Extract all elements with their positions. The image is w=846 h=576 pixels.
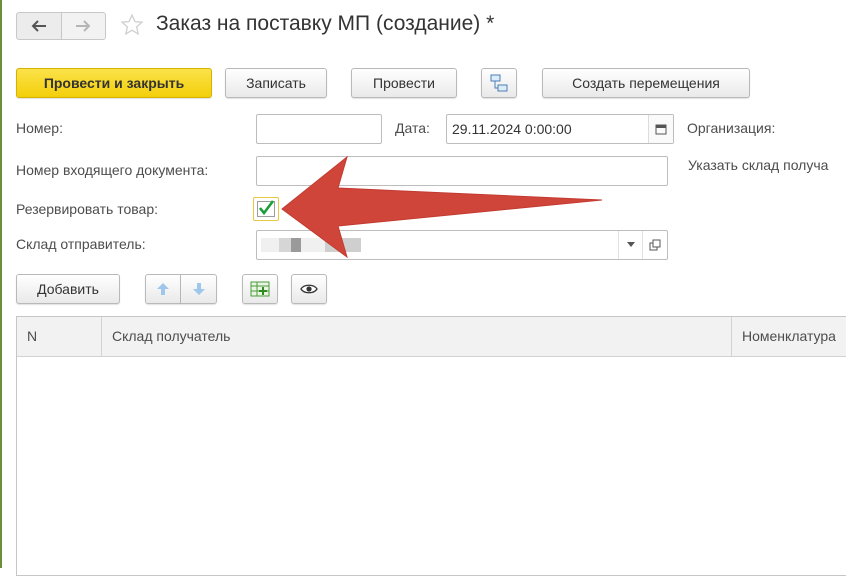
table-header: N Склад получатель Номенклатура	[17, 317, 846, 357]
add-row-button[interactable]: Добавить	[16, 274, 120, 304]
incoming-number-field[interactable]	[256, 156, 668, 186]
document-structure-icon	[490, 74, 508, 92]
date-value: 29.11.2024 0:00:00	[452, 121, 572, 137]
goods-table: N Склад получатель Номенклатура	[16, 316, 846, 576]
number-field[interactable]	[256, 114, 382, 144]
dropdown-button[interactable]	[618, 231, 643, 259]
table-add-icon	[250, 281, 270, 297]
calendar-button[interactable]	[648, 115, 673, 143]
move-buttons	[145, 274, 217, 304]
favorite-star-icon[interactable]	[120, 13, 144, 40]
calendar-icon	[655, 124, 667, 135]
navigation-buttons	[16, 12, 106, 40]
column-header-number[interactable]: N	[17, 317, 102, 356]
reserve-checkbox[interactable]	[253, 197, 279, 221]
column-header-receiver-warehouse[interactable]: Склад получатель	[102, 317, 732, 356]
reserve-label: Резервировать товар:	[16, 201, 159, 217]
organization-label: Организация:	[687, 120, 776, 136]
arrow-up-icon	[157, 283, 169, 295]
chevron-down-icon	[627, 242, 635, 247]
move-down-button[interactable]	[181, 274, 217, 304]
move-up-button[interactable]	[145, 274, 181, 304]
sender-warehouse-label: Склад отправитель:	[16, 236, 146, 252]
blurred-value	[261, 238, 361, 252]
sender-warehouse-field[interactable]	[256, 230, 668, 260]
forward-button[interactable]	[61, 12, 106, 40]
view-button[interactable]	[291, 274, 327, 304]
column-header-nomenclature[interactable]: Номенклатура	[732, 317, 846, 356]
create-moves-button[interactable]: Создать перемещения	[542, 68, 750, 98]
arrow-left-icon	[31, 20, 46, 32]
eye-icon	[300, 284, 318, 294]
open-window-icon	[649, 239, 661, 251]
arrow-down-icon	[192, 283, 205, 295]
back-button[interactable]	[16, 12, 62, 40]
post-and-close-button[interactable]: Провести и закрыть	[16, 68, 212, 98]
date-field[interactable]: 29.11.2024 0:00:00	[446, 114, 674, 144]
incoming-number-label: Номер входящего документа:	[16, 162, 209, 178]
page-title: Заказ на поставку МП (создание) *	[156, 12, 495, 35]
receiver-warehouse-hint: Указать склад получа	[688, 157, 829, 173]
number-label: Номер:	[16, 120, 63, 136]
open-button[interactable]	[642, 231, 667, 259]
checkbox-box	[257, 200, 275, 217]
post-button[interactable]: Провести	[351, 68, 457, 98]
structure-button[interactable]	[481, 68, 517, 98]
date-label: Дата:	[395, 120, 430, 136]
checkmark-icon	[258, 200, 275, 216]
fill-table-button[interactable]	[242, 274, 278, 304]
window-edge	[0, 0, 2, 568]
arrow-right-icon	[76, 20, 91, 32]
write-button[interactable]: Записать	[225, 68, 327, 98]
